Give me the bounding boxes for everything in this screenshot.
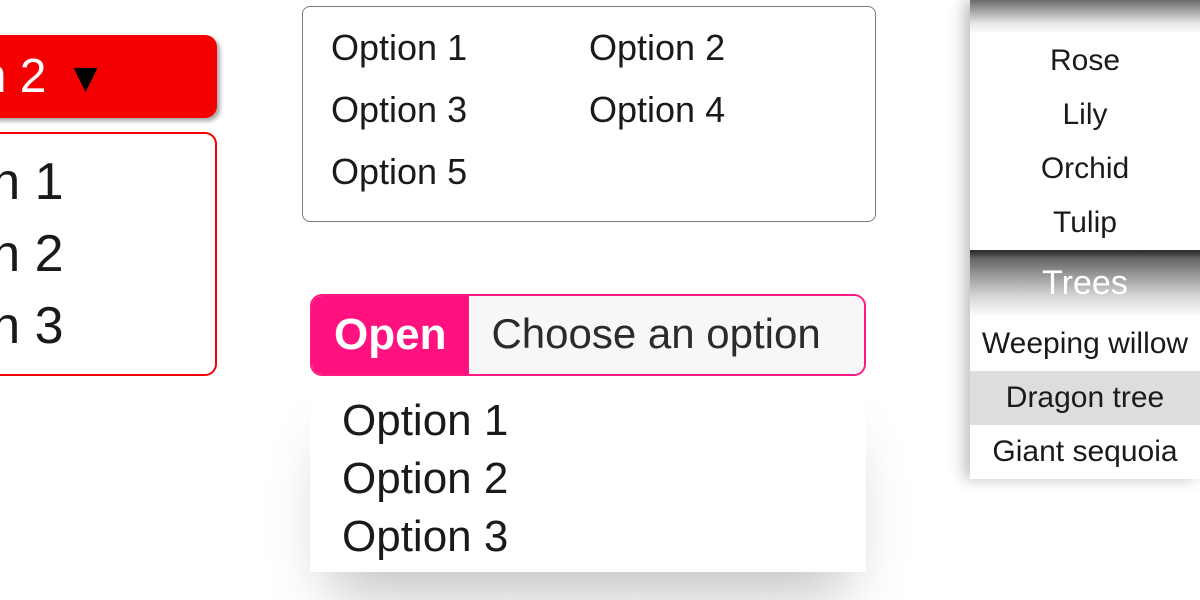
category-item[interactable]: Tulip [970,196,1200,250]
combo-option[interactable]: Option 1 [310,392,866,450]
category-item[interactable]: Orchid [970,142,1200,196]
red-dropdown-selected: Option 2 [0,49,46,104]
red-dropdown: Option 2 ▾ Option 1 Option 2 Option 3 [0,35,217,376]
category-item[interactable]: Lily [970,88,1200,142]
grid-option[interactable]: Option 5 [331,141,589,203]
red-dropdown-list: Option 1 Option 2 Option 3 [0,132,217,376]
combo-list: Option 1 Option 2 Option 3 [310,386,866,572]
combo-option[interactable]: Option 3 [310,508,866,566]
grid-option[interactable]: Option 3 [331,79,589,141]
red-dropdown-toggle[interactable]: Option 2 ▾ [0,35,217,118]
grid-option[interactable]: Option 4 [589,79,847,141]
category-header-trees: Trees [970,250,1200,317]
combo-open-button[interactable]: Open [312,296,468,374]
combo-select: Open Choose an option Option 1 Option 2 … [310,294,866,572]
grid-option[interactable]: Option 2 [589,17,847,79]
combo-option[interactable]: Option 2 [310,450,866,508]
option-grid: Option 1 Option 2 Option 3 Option 4 Opti… [302,6,876,222]
category-item[interactable]: Weeping willow [970,317,1200,371]
category-item-selected[interactable]: Dragon tree [970,371,1200,425]
category-item[interactable]: Giant sequoia [970,425,1200,479]
grid-option[interactable]: Option 1 [331,17,589,79]
red-dropdown-item[interactable]: Option 2 [0,218,215,290]
combo-header: Open Choose an option [310,294,866,376]
chevron-down-icon: ▾ [74,51,96,102]
category-item[interactable]: Rose [970,34,1200,88]
category-header-flowers [970,0,1200,34]
category-list: Rose Lily Orchid Tulip Trees Weeping wil… [970,0,1200,479]
red-dropdown-item[interactable]: Option 3 [0,290,215,362]
combo-placeholder[interactable]: Choose an option [468,296,864,374]
red-dropdown-item[interactable]: Option 1 [0,146,215,218]
